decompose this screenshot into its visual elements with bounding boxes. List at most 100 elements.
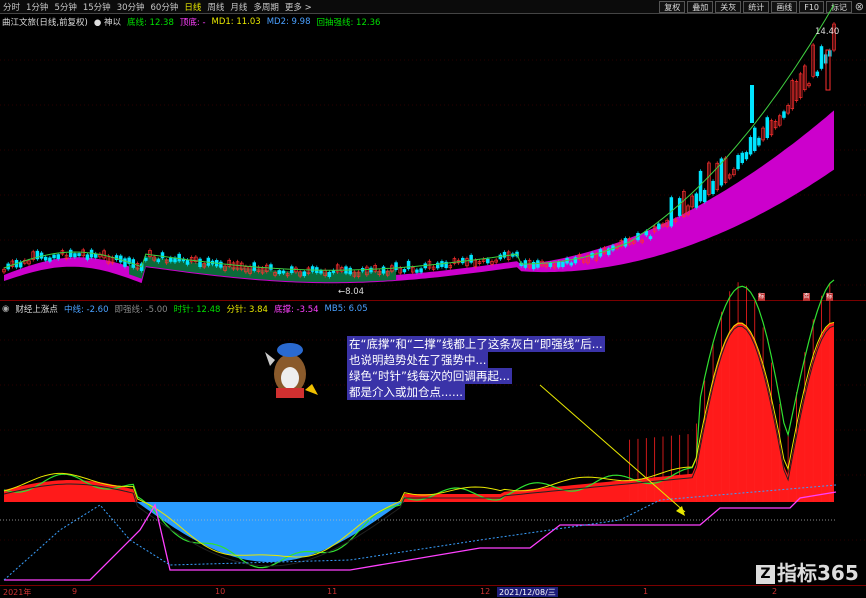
candle-body [315,267,319,273]
toolbar-button-4[interactable]: 画线 [771,1,798,13]
toolbar-button-6[interactable]: 标记 [826,1,852,13]
candle-body [10,260,15,267]
period-tab-4[interactable]: 30分钟 [114,1,148,13]
candle-body [410,267,415,273]
period-tab-10[interactable]: 更多 > [282,1,315,13]
sub-info-value-2: 时针: 12.48 [173,305,221,315]
candle-body [202,263,206,268]
candle-body [523,260,528,268]
period-tab-7[interactable]: 周线 [204,1,227,13]
candle-body [682,191,686,217]
toolbar-button-1[interactable]: 叠加 [687,1,714,13]
candle-body [169,257,173,262]
candle-body [748,137,753,155]
candle-body [285,273,290,277]
candle-body [556,261,561,268]
candle-body [452,258,457,264]
pane-divider [0,300,866,301]
candle-body [719,158,724,186]
period-tab-1[interactable]: 1分钟 [23,1,51,13]
candle-body [290,266,294,273]
indicator-name[interactable]: ● 神以 [94,16,121,28]
candle-body [598,249,603,257]
candle-body [294,267,298,273]
time-axis-label: 1 [643,587,649,596]
candle-body [148,250,152,257]
negative-area [4,502,834,562]
candle-body [56,254,60,260]
candle-body [619,240,624,247]
candle-body [436,262,440,269]
candle-body [277,270,282,275]
candle-body [811,44,815,77]
candle-body [552,264,557,269]
toolbar-button-0[interactable]: 复权 [659,1,686,13]
candle-body [210,260,215,265]
candle-body [548,262,553,267]
candle-body [515,251,519,257]
candle-body [590,252,594,258]
candle-body [27,260,31,265]
candle-body [673,218,678,222]
period-tab-2[interactable]: 5分钟 [51,1,79,13]
annotation-line-3: 绿色“时针”线每次的回调再起... [347,368,512,384]
candle-body [381,266,386,274]
period-tab-6[interactable]: 日线 [181,1,204,13]
candle-body [123,258,127,267]
event-flag-icon[interactable]: 标 [826,293,833,301]
toolbar-button-2[interactable]: 关灰 [715,1,742,13]
candle-body [807,83,811,87]
event-flag-icon[interactable]: 标 [758,293,765,301]
sub-info-value-3: 分针: 3.84 [226,305,268,315]
time-axis-label: 9 [72,587,78,596]
candle-body [415,269,419,273]
stock-title: 曲江文旅(日线,前复权) [2,18,88,28]
candle-body [640,239,644,243]
candle-body [31,251,35,260]
candle-body [344,266,348,274]
sub-indicator-gear-icon[interactable]: ◉ [2,304,9,314]
period-tab-3[interactable]: 15分钟 [80,1,114,13]
chart-canvas [0,4,866,581]
candle-body [490,261,494,265]
candle-body [648,236,653,240]
candle-body [502,251,507,258]
event-flag-icon[interactable]: 否 [803,293,810,301]
main-info-value-3: MD2: 9.98 [266,17,311,27]
candle-body [577,254,582,260]
candle-body [60,250,65,255]
candle-body [189,257,194,263]
candle-body [198,258,202,268]
toolbar-button-5[interactable]: F10 [799,1,824,13]
candle-body [632,240,636,244]
candle-body [828,50,832,57]
candle-body [6,263,10,270]
candle-body [461,257,465,264]
candle-body [102,250,106,259]
candle-body [281,270,286,274]
period-tab-0[interactable]: 分时 [0,1,23,13]
period-tab-5[interactable]: 60分钟 [148,1,182,13]
sub-indicator-name[interactable]: 财经上涨点 [15,303,58,315]
candle-body [506,251,511,260]
candle-body [64,254,69,259]
candle-body [636,233,640,241]
candle-body [390,265,394,272]
main-indicator-info: 曲江文旅(日线,前复权) ● 神以 底线: 12.38 顶底: - MD1: 11.… [2,16,386,28]
candle-body [406,260,411,270]
candle-body [248,266,252,274]
candle-body [127,257,131,264]
candle-body [73,253,77,258]
candle-body [561,261,565,267]
candle-body [152,256,156,261]
candle-body [761,127,765,141]
toolbar-button-3[interactable]: 统计 [743,1,770,13]
close-icon[interactable]: ⊗ [855,0,864,13]
candle-body [477,261,482,265]
period-tab-8[interactable]: 月线 [227,1,250,13]
time-axis-label: 12 [480,587,491,596]
candle-body [753,127,757,151]
candle-body [569,262,573,266]
candle-body [48,257,52,262]
period-tab-9[interactable]: 多周期 [250,1,282,13]
